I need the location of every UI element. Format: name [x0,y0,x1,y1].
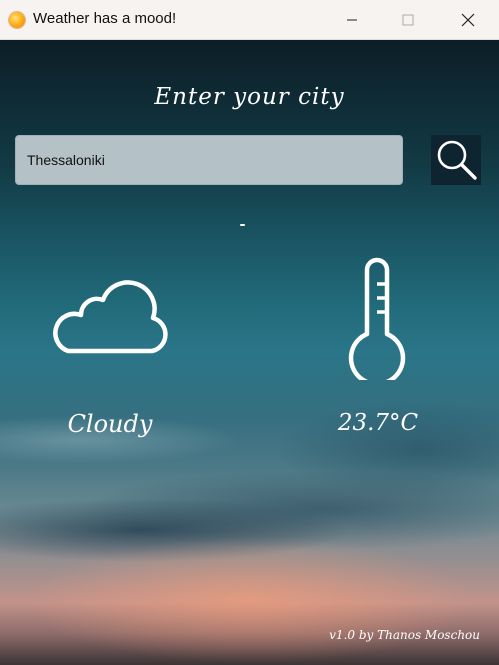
cloud-icon [53,280,168,354]
sun-icon [9,12,25,28]
version-credit: v1.0 by Thanos Moschou [329,628,480,642]
title-bar[interactable]: Weather has a mood! [0,0,499,40]
city-search-input[interactable] [15,135,403,185]
window-title: Weather has a mood! [33,10,177,27]
minimize-icon [347,19,357,21]
city-prompt-heading: Enter your city [154,84,345,110]
weather-condition-label: Cloudy [67,410,153,438]
search-button[interactable] [431,135,481,185]
temperature-label: 23.7°C [337,410,419,436]
maximize-icon [402,14,414,26]
thermometer-icon [348,257,406,380]
main-panel: Enter your city Cloudy 23.7°C v1.0 by Th… [0,40,499,665]
maximize-button[interactable] [380,0,436,40]
magnifier-icon [437,140,477,180]
close-button[interactable] [440,0,496,40]
loading-indicator [240,224,245,226]
minimize-button[interactable] [324,0,380,40]
app-window: Weather has a mood! Enter your city Thes… [0,0,499,665]
close-icon [461,13,475,27]
